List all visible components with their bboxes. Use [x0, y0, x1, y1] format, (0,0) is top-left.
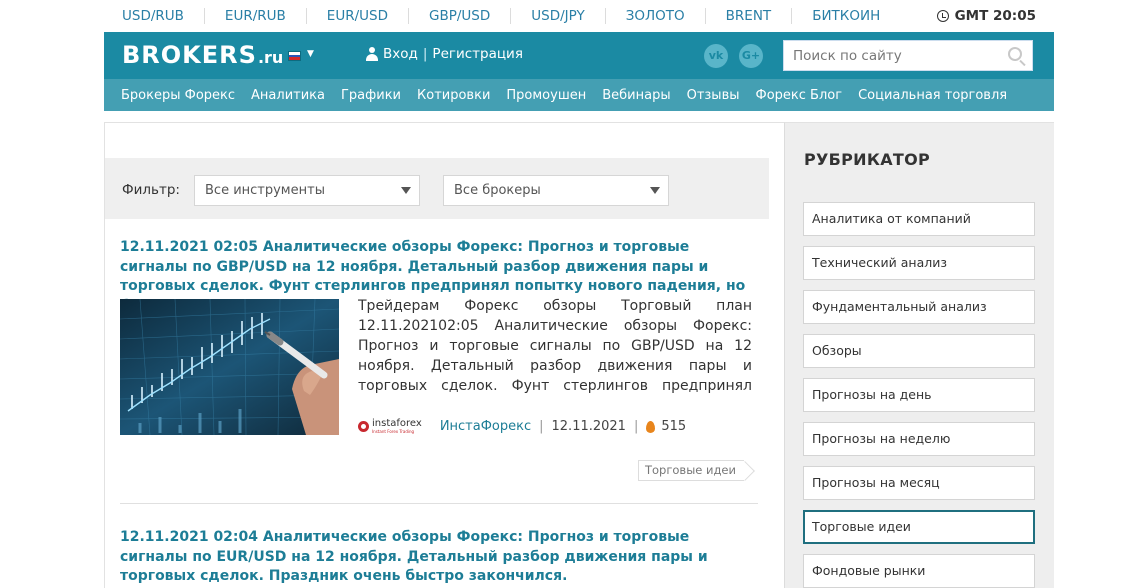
clock-icon — [936, 10, 949, 22]
article-excerpt: Трейдерам Форекс обзоры Торговый план 12… — [358, 298, 752, 394]
logo-tld: .ru — [257, 48, 284, 67]
currency-link-eur-usd[interactable]: EUR/USD — [307, 8, 409, 24]
rubric-technical-analysis[interactable]: Технический анализ — [803, 246, 1035, 280]
meta-separator: | — [633, 419, 639, 434]
broker-select[interactable]: Все брокеры — [443, 175, 669, 206]
nav-item-charts[interactable]: Графики — [341, 88, 401, 103]
site-logo[interactable]: BROKERS .ru — [122, 41, 283, 69]
nav-item-reviews[interactable]: Отзывы — [687, 88, 740, 103]
sidebar-rubricator: РУБРИКАТОР Аналитика от компаний Техниче… — [784, 122, 1054, 588]
broker-logo-name: instaforex — [372, 418, 422, 429]
rubric-trading-ideas[interactable]: Торговые идеи — [803, 510, 1035, 544]
article-meta: instaforex Instant Forex Trading ИнстаФо… — [358, 419, 686, 434]
article-divider — [120, 503, 758, 504]
filter-panel: Фильтр: Все инструменты Все брокеры — [105, 158, 769, 219]
article-card: 12.11.2021 02:04 Аналитические обзоры Фо… — [120, 526, 758, 585]
broker-logo[interactable]: instaforex Instant Forex Trading — [358, 419, 422, 434]
main-nav: Брокеры Форекс Аналитика Графики Котиров… — [104, 79, 1054, 111]
instaforex-logo-icon — [358, 421, 369, 432]
rubric-reviews[interactable]: Обзоры — [803, 334, 1035, 368]
register-link[interactable]: Регистрация — [432, 46, 523, 62]
rubric-stock-markets[interactable]: Фондовые рынки — [803, 554, 1035, 588]
search-icon[interactable] — [1008, 47, 1022, 61]
rubric-fundamental-analysis[interactable]: Фундаментальный анализ — [803, 290, 1035, 324]
sidebar-title: РУБРИКАТОР — [804, 150, 931, 169]
rubric-monthly-forecasts[interactable]: Прогнозы на месяц — [803, 466, 1035, 500]
meta-separator: | — [539, 419, 544, 434]
currency-link-brent[interactable]: BRENT — [706, 8, 793, 24]
rubric-daily-forecasts[interactable]: Прогнозы на день — [803, 378, 1035, 412]
login-link[interactable]: Вход — [383, 46, 418, 62]
user-icon — [366, 47, 378, 61]
auth-links: Вход | Регистрация — [366, 46, 523, 62]
site-search — [783, 40, 1033, 71]
nav-item-brokers[interactable]: Брокеры Форекс — [121, 88, 235, 103]
instrument-select[interactable]: Все инструменты — [194, 175, 420, 206]
currency-link-usd-rub[interactable]: USD/RUB — [104, 8, 205, 24]
article-tag[interactable]: Торговые идеи — [637, 460, 744, 481]
main-content: Фильтр: Все инструменты Все брокеры 12.1… — [104, 122, 784, 588]
flame-icon — [646, 420, 656, 433]
currency-link-gold[interactable]: ЗОЛОТО — [606, 8, 706, 24]
language-flag-icon[interactable] — [288, 51, 301, 61]
google-plus-icon[interactable]: G+ — [739, 44, 763, 68]
chevron-down-icon[interactable]: ▼ — [307, 49, 314, 59]
currency-link-bitcoin[interactable]: БИТКОИН — [792, 8, 900, 24]
article-thumbnail[interactable] — [120, 299, 339, 435]
currency-link-gbp-usd[interactable]: GBP/USD — [409, 8, 512, 24]
logo-main: BROKERS — [122, 41, 257, 69]
chart-photo-image — [120, 299, 339, 435]
rubric-company-analytics[interactable]: Аналитика от компаний — [803, 202, 1035, 236]
instrument-select-value: Все инструменты — [205, 183, 325, 198]
dropdown-arrow-icon — [650, 187, 660, 194]
article-title-link[interactable]: 12.11.2021 02:04 Аналитические обзоры Фо… — [120, 529, 708, 584]
nav-item-social-trading[interactable]: Социальная торговля — [858, 88, 1007, 103]
nav-item-forex-blog[interactable]: Форекс Блог — [756, 88, 843, 103]
nav-item-analytics[interactable]: Аналитика — [251, 88, 325, 103]
nav-item-quotes[interactable]: Котировки — [417, 88, 490, 103]
nav-item-promotions[interactable]: Промоушен — [506, 88, 586, 103]
dropdown-arrow-icon — [401, 187, 411, 194]
gmt-time-text: GMT 20:05 — [954, 8, 1036, 24]
broker-logo-tagline: Instant Forex Trading — [372, 429, 415, 434]
auth-separator: | — [422, 46, 428, 62]
article-views: 515 — [661, 419, 687, 434]
broker-select-value: Все брокеры — [454, 183, 541, 198]
currency-link-usd-jpy[interactable]: USD/JPY — [511, 8, 606, 24]
currency-bar: USD/RUB EUR/RUB EUR/USD GBP/USD USD/JPY … — [104, 0, 1054, 32]
currency-link-eur-rub[interactable]: EUR/RUB — [205, 8, 307, 24]
rubric-weekly-forecasts[interactable]: Прогнозы на неделю — [803, 422, 1035, 456]
article-card: 12.11.2021 02:05 Аналитические обзоры Фо… — [120, 236, 758, 481]
gmt-time: GMT 20:05 — [936, 8, 1054, 24]
nav-item-webinars[interactable]: Вебинары — [602, 88, 670, 103]
article-author-link[interactable]: ИнстаФорекс — [440, 419, 531, 434]
article-date: 12.11.2021 — [551, 419, 626, 434]
site-header: BROKERS .ru ▼ Вход | Регистрация vk G+ — [104, 32, 1054, 79]
vk-icon[interactable]: vk — [704, 44, 728, 68]
search-input[interactable] — [784, 41, 994, 70]
filter-label: Фильтр: — [122, 182, 180, 198]
